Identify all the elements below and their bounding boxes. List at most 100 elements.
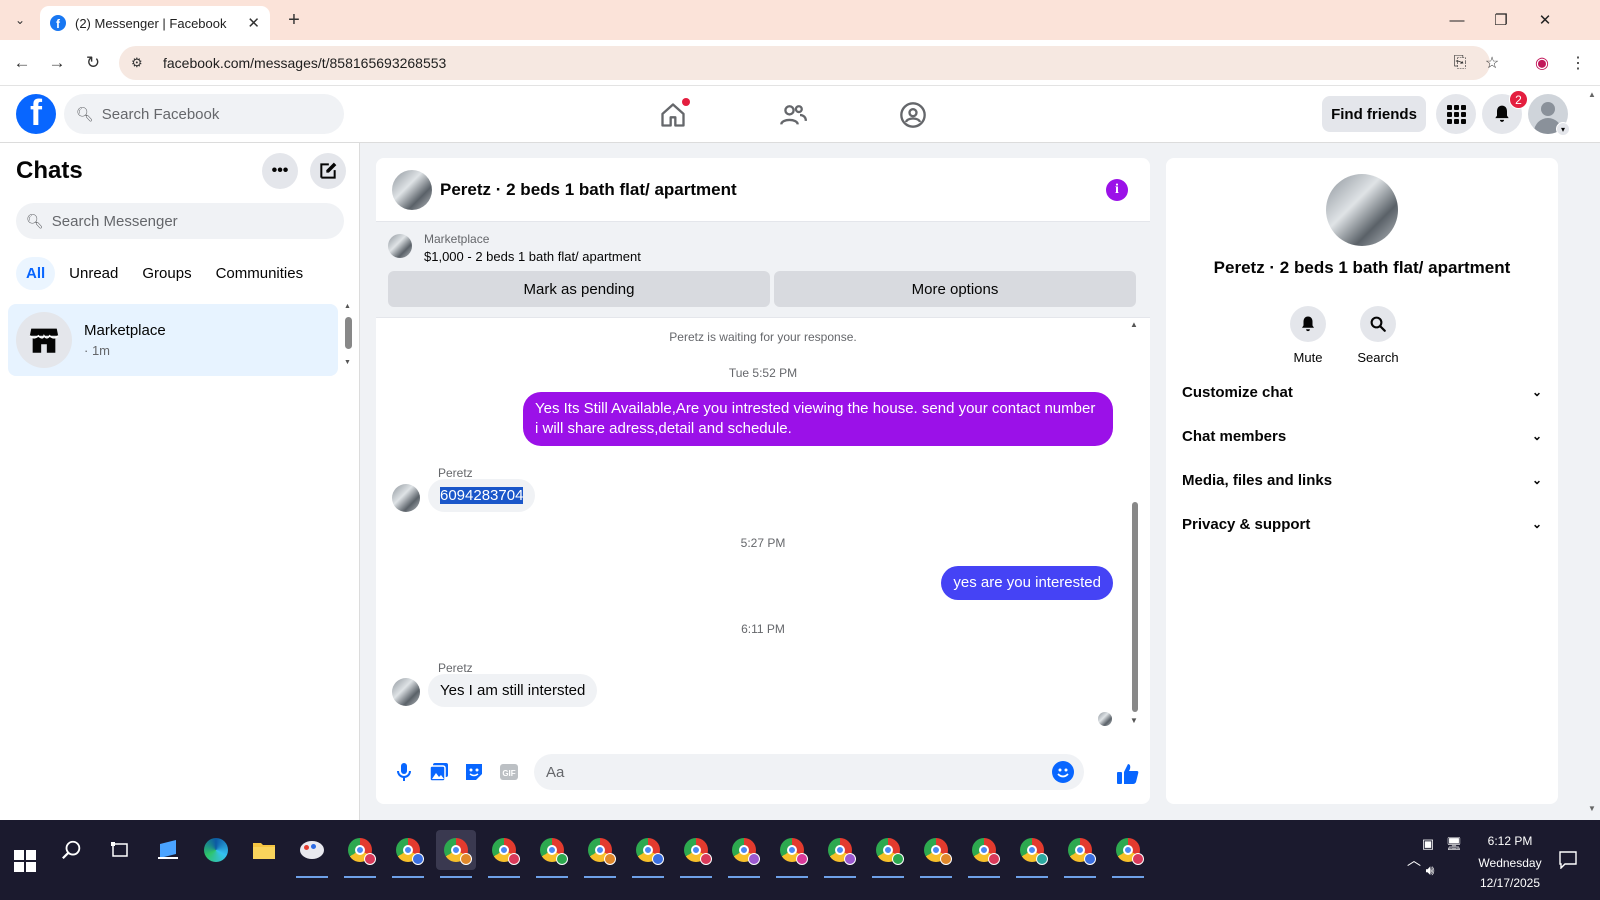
- messenger-search-input[interactable]: 🔍︎ Search Messenger: [16, 203, 344, 239]
- scroll-up-icon[interactable]: ▲: [344, 303, 351, 310]
- new-tab-button[interactable]: +: [281, 7, 307, 33]
- url-bar[interactable]: ⚙ facebook.com/messages/t/85816569326855…: [119, 46, 1490, 80]
- media-files-links-section[interactable]: Media, files and links ⌄: [1182, 466, 1542, 494]
- bookmark-star-icon[interactable]: ☆: [1478, 49, 1506, 77]
- chat-members-section[interactable]: Chat members ⌄: [1182, 422, 1542, 450]
- new-message-button[interactable]: [310, 153, 346, 189]
- reload-icon[interactable]: ↻: [79, 49, 107, 77]
- scroll-up-icon[interactable]: ▲: [1130, 320, 1138, 329]
- window-close-icon[interactable]: ✕: [1522, 0, 1568, 40]
- chrome-profile-icon[interactable]: [580, 830, 620, 878]
- incoming-message[interactable]: Yes I am still intersted: [428, 674, 598, 707]
- customize-chat-section[interactable]: Customize chat ⌄: [1182, 378, 1542, 406]
- filter-unread[interactable]: Unread: [59, 257, 128, 290]
- tab-search-chevron-icon[interactable]: ⌄: [8, 8, 32, 32]
- mute-button[interactable]: Mute: [1278, 306, 1338, 365]
- chrome-profile-icon[interactable]: [388, 830, 428, 878]
- timestamp-divider: 6:11 PM: [741, 622, 785, 636]
- conversation-info-icon[interactable]: i: [1106, 179, 1128, 201]
- scroll-down-icon[interactable]: ▼: [344, 359, 351, 366]
- browser-menu-icon[interactable]: ⋮: [1564, 49, 1592, 77]
- chrome-profile-icon[interactable]: [1060, 830, 1100, 878]
- mark-as-pending-button[interactable]: Mark as pending: [388, 271, 770, 307]
- minimize-icon[interactable]: —: [1434, 0, 1480, 40]
- chrome-profile-icon[interactable]: [676, 830, 716, 878]
- chat-list-scrollbar[interactable]: ▲ ▼: [344, 303, 352, 371]
- chrome-profile-icon[interactable]: [724, 830, 764, 878]
- notifications-button[interactable]: 2: [1482, 90, 1528, 134]
- account-chevron-down-icon[interactable]: ▾: [1556, 122, 1570, 136]
- conversation-title[interactable]: Peretz · 2 beds 1 bath flat/ apartment: [440, 180, 737, 200]
- menu-grid-button[interactable]: [1436, 94, 1476, 134]
- scroll-down-icon[interactable]: ▼: [1130, 716, 1138, 725]
- clock-time[interactable]: 6:12 PM: [1470, 834, 1550, 848]
- file-explorer-icon[interactable]: [244, 830, 284, 870]
- clock-day[interactable]: Wednesday: [1470, 856, 1550, 870]
- facebook-search-input[interactable]: 🔍︎ Search Facebook: [64, 94, 344, 134]
- chrome-profile-icon[interactable]: [340, 830, 380, 878]
- restore-icon[interactable]: ❐: [1478, 0, 1524, 40]
- chrome-profile-icon[interactable]: [532, 830, 572, 878]
- privacy-support-section[interactable]: Privacy & support ⌄: [1182, 510, 1542, 538]
- install-app-icon[interactable]: ⎘: [1446, 49, 1474, 77]
- page-scroll-down-icon[interactable]: ▼: [1588, 804, 1596, 813]
- volume-icon[interactable]: 🔊︎: [1418, 850, 1442, 890]
- chrome-profile-icon[interactable]: [964, 830, 1004, 878]
- filter-communities[interactable]: Communities: [206, 257, 314, 290]
- search-in-conversation-button[interactable]: Search: [1348, 306, 1408, 365]
- app-pinned-icon[interactable]: [148, 830, 188, 870]
- sender-avatar[interactable]: [392, 484, 420, 512]
- more-options-button[interactable]: More options: [774, 271, 1136, 307]
- chrome-profile-icon[interactable]: [772, 830, 812, 878]
- chrome-profile-icon[interactable]: [868, 830, 908, 878]
- site-info-icon[interactable]: ⚙: [131, 55, 149, 71]
- forward-arrow-icon[interactable]: →: [43, 49, 71, 77]
- action-center-icon[interactable]: [1548, 840, 1588, 880]
- page-scroll-up-icon[interactable]: ▲: [1588, 90, 1596, 99]
- find-friends-button[interactable]: Find friends: [1322, 96, 1426, 132]
- clock-date[interactable]: 12/17/2025: [1470, 876, 1550, 890]
- chat-list-item[interactable]: Marketplace · 1m: [8, 304, 338, 376]
- outgoing-message[interactable]: yes are you interested: [941, 566, 1113, 600]
- chrome-profile-icon[interactable]: [820, 830, 860, 878]
- chrome-profile-icon[interactable]: [916, 830, 956, 878]
- chrome-profile-icon[interactable]: [628, 830, 668, 878]
- windows-start-icon[interactable]: [14, 850, 36, 872]
- back-arrow-icon[interactable]: ←: [8, 49, 36, 77]
- listing-photo[interactable]: [1326, 174, 1398, 246]
- filter-all[interactable]: All: [16, 257, 56, 290]
- home-nav-button[interactable]: [618, 86, 728, 143]
- friends-nav-button[interactable]: [738, 86, 848, 143]
- groups-nav-button[interactable]: [858, 86, 968, 143]
- message-input[interactable]: Aa: [534, 754, 1084, 790]
- paint-app-icon[interactable]: [292, 830, 332, 878]
- chrome-profile-icon[interactable]: [1012, 830, 1052, 878]
- facebook-logo-icon[interactable]: f: [16, 94, 56, 134]
- sender-avatar[interactable]: [392, 678, 420, 706]
- taskbar-search-icon[interactable]: [52, 830, 92, 870]
- message-scrollbar[interactable]: ▲ ▼: [1128, 320, 1142, 730]
- chrome-profile-icon-active[interactable]: [436, 830, 476, 878]
- sticker-icon[interactable]: [460, 758, 488, 786]
- photo-icon[interactable]: [425, 758, 453, 786]
- gif-icon[interactable]: GIF: [495, 758, 523, 786]
- emoji-icon[interactable]: [1052, 761, 1074, 783]
- network-icon[interactable]: 🖥︎: [1442, 824, 1466, 864]
- edge-browser-icon[interactable]: [196, 830, 236, 870]
- chats-options-button[interactable]: •••: [262, 153, 298, 189]
- like-thumbs-up-icon[interactable]: [1114, 760, 1142, 788]
- filter-groups[interactable]: Groups: [132, 257, 201, 290]
- listing-title[interactable]: $1,000 - 2 beds 1 bath flat/ apartment: [424, 249, 641, 264]
- incoming-message[interactable]: 6094283704: [428, 479, 536, 512]
- chrome-profile-icon[interactable]: [1108, 830, 1148, 878]
- profile-icon[interactable]: ◉: [1528, 49, 1556, 77]
- task-view-icon[interactable]: [100, 830, 140, 870]
- scrollbar-thumb[interactable]: [345, 317, 352, 349]
- scrollbar-thumb[interactable]: [1132, 502, 1138, 712]
- microphone-icon[interactable]: [390, 758, 418, 786]
- listing-thumbnail[interactable]: [392, 169, 432, 210]
- outgoing-message[interactable]: Yes Its Still Available,Are you intreste…: [523, 392, 1113, 446]
- tab-close-icon[interactable]: ✕: [247, 14, 260, 32]
- browser-tab[interactable]: f (2) Messenger | Facebook ✕: [40, 6, 270, 40]
- chrome-profile-icon[interactable]: [484, 830, 524, 878]
